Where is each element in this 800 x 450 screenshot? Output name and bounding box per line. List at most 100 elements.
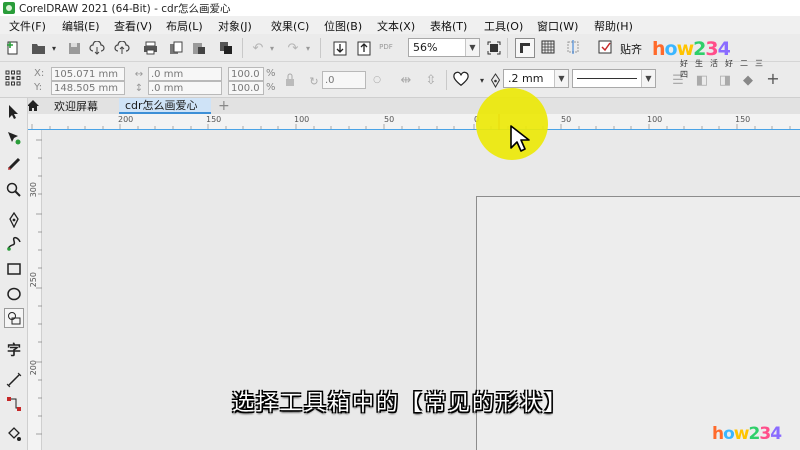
- ellipse-tool-icon[interactable]: [4, 284, 24, 304]
- artistic-media-tool-icon[interactable]: [4, 234, 24, 254]
- mirror-vertical-icon[interactable]: ⇳: [423, 72, 439, 88]
- pdf-icon[interactable]: PDF: [378, 39, 394, 55]
- logo-char: h: [652, 38, 665, 60]
- percent-label-x: %: [266, 68, 276, 79]
- redo-dropdown-icon[interactable]: ▾: [300, 40, 316, 56]
- snap-to-label[interactable]: 贴齐: [620, 41, 642, 57]
- freehand-tool-icon[interactable]: [4, 210, 24, 230]
- document-tabs: 欢迎屏幕 cdr怎么画爱心 +: [0, 98, 800, 114]
- logo-char: 2: [748, 424, 761, 444]
- video-subtitle: 选择工具箱中的【常见的形状】: [231, 391, 568, 416]
- watermark-logo-bottom: how234: [712, 424, 782, 444]
- import-icon[interactable]: [332, 40, 348, 56]
- snap-icon[interactable]: [597, 39, 613, 55]
- text-tool-icon[interactable]: 字: [4, 340, 24, 360]
- heart-icon[interactable]: [453, 71, 469, 87]
- x-label: X:: [34, 68, 45, 79]
- line-style-preview: [577, 78, 637, 79]
- logo-char: w: [676, 38, 695, 60]
- y-label: Y:: [34, 82, 43, 93]
- ruler-label: 250: [29, 272, 38, 288]
- x-position-field[interactable]: 105.071 mm: [51, 67, 125, 81]
- rulers-icon[interactable]: [515, 38, 535, 58]
- guidelines-icon[interactable]: [565, 39, 581, 55]
- redo-icon[interactable]: ↷: [285, 40, 301, 56]
- watermark-tagline: 好生活好二三四: [680, 59, 770, 79]
- logo-char: o: [664, 38, 678, 60]
- zoom-level-value: 56%: [413, 41, 438, 54]
- rotation-angle-field[interactable]: .0: [322, 71, 366, 89]
- cloud-upload-icon[interactable]: [114, 40, 130, 56]
- logo-char: 3: [705, 38, 718, 60]
- watermark-logo-text: how234: [652, 38, 731, 60]
- shape-tool-icon[interactable]: [4, 128, 24, 148]
- chevron-down-icon[interactable]: ▾: [46, 40, 62, 56]
- line-style-select[interactable]: ▼: [572, 69, 656, 88]
- menu-edit[interactable]: 编辑(E): [62, 18, 100, 34]
- horizontal-ruler[interactable]: 200 150 100 50 0 50 100 150: [28, 114, 800, 130]
- scale-y-field[interactable]: 100.0: [228, 81, 264, 95]
- scale-y-value: 100.0: [231, 82, 260, 94]
- crop-tool-icon[interactable]: [4, 154, 24, 174]
- paste-special-icon[interactable]: [218, 40, 234, 56]
- outline-width-value: .2 mm: [508, 72, 544, 85]
- new-document-icon[interactable]: [5, 40, 21, 56]
- chevron-down-icon[interactable]: ▼: [554, 70, 568, 87]
- menu-window[interactable]: 窗口(W): [537, 18, 578, 34]
- ruler-label: 150: [735, 115, 751, 124]
- toolbar-divider: [446, 70, 447, 90]
- copy-icon[interactable]: [168, 40, 184, 56]
- outline-width-select[interactable]: .2 mm ▼: [503, 69, 569, 88]
- ruler-label: 50: [561, 115, 572, 124]
- y-position-field[interactable]: 148.505 mm: [51, 81, 125, 95]
- width-field[interactable]: .0 mm: [148, 67, 222, 81]
- rectangle-tool-icon[interactable]: [4, 259, 24, 279]
- menu-effects[interactable]: 效果(C): [271, 18, 309, 34]
- title-bar: CorelDRAW 2021 (64-Bit) - cdr怎么画爱心: [0, 0, 800, 16]
- export-icon[interactable]: [356, 40, 372, 56]
- menu-table[interactable]: 表格(T): [430, 18, 467, 34]
- logo-char: 3: [759, 424, 771, 444]
- full-screen-icon[interactable]: [486, 40, 502, 56]
- print-icon[interactable]: [142, 40, 158, 56]
- menu-bitmaps[interactable]: 位图(B): [324, 18, 362, 34]
- logo-char: 4: [770, 424, 782, 444]
- cloud-download-icon[interactable]: [89, 40, 105, 56]
- menu-help[interactable]: 帮助(H): [594, 18, 633, 34]
- ruler-label: 100: [647, 115, 663, 124]
- home-icon[interactable]: [26, 99, 40, 113]
- undo-dropdown-icon[interactable]: ▾: [264, 40, 280, 56]
- tab-document[interactable]: cdr怎么画爱心: [119, 98, 211, 114]
- ruler-label: 150: [206, 115, 222, 124]
- tab-welcome-screen[interactable]: 欢迎屏幕: [48, 98, 120, 114]
- object-origin-icon[interactable]: [5, 70, 21, 86]
- mirror-horizontal-icon[interactable]: ⇹: [398, 72, 414, 88]
- degree-icon: ○: [373, 75, 381, 85]
- add-tab-button[interactable]: +: [213, 98, 233, 114]
- menu-file[interactable]: 文件(F): [9, 18, 46, 34]
- menu-layout[interactable]: 布局(L): [166, 18, 203, 34]
- tab-document-label: cdr怎么画爱心: [125, 99, 198, 112]
- zoom-tool-icon[interactable]: [4, 180, 24, 200]
- common-shapes-tool-icon[interactable]: [4, 308, 24, 328]
- menu-view[interactable]: 查看(V): [114, 18, 152, 34]
- height-field[interactable]: .0 mm: [148, 81, 222, 95]
- horizontal-ruler-ticks: [28, 114, 800, 130]
- logo-char: o: [723, 424, 735, 444]
- lock-ratio-icon[interactable]: [282, 72, 298, 88]
- pen-icon: [487, 72, 503, 88]
- chevron-down-icon[interactable]: ▼: [465, 39, 479, 56]
- logo-char: w: [733, 424, 750, 444]
- open-folder-icon[interactable]: [30, 40, 46, 56]
- scale-x-field[interactable]: 100.0: [228, 67, 264, 81]
- pick-tool-icon[interactable]: [4, 102, 24, 122]
- chevron-down-icon[interactable]: ▼: [641, 70, 655, 87]
- interactive-fill-tool-icon[interactable]: [4, 424, 24, 444]
- menu-tools[interactable]: 工具(O): [484, 18, 523, 34]
- paste-icon[interactable]: [191, 40, 207, 56]
- menu-object[interactable]: 对象(J): [218, 18, 252, 34]
- menu-text[interactable]: 文本(X): [377, 18, 415, 34]
- save-icon[interactable]: [66, 40, 82, 56]
- zoom-level-select[interactable]: 56% ▼: [408, 38, 480, 57]
- grid-icon[interactable]: [540, 39, 556, 55]
